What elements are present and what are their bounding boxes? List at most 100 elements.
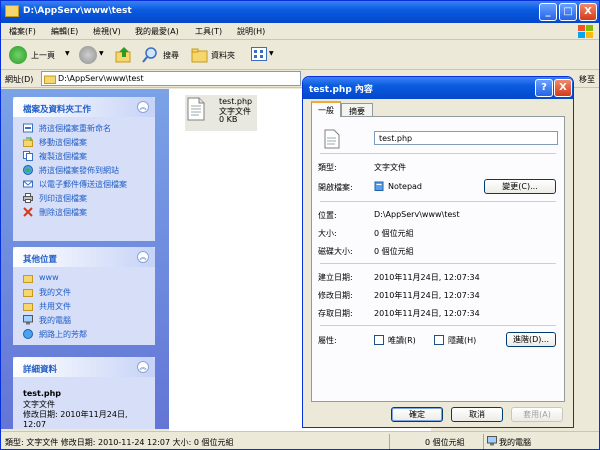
go-button[interactable]: 移至 [579, 74, 595, 85]
folders-button[interactable]: 資料夾 [211, 50, 235, 61]
explorer-window: D:\AppServ\www\test _ □ X 檔案(F) 編輯(E) 檢視… [0, 0, 600, 450]
search-icon[interactable] [141, 46, 159, 64]
menu-bar: 檔案(F) 編輯(E) 檢視(V) 我的最愛(A) 工具(T) 說明(H) [1, 23, 599, 40]
size-value: 0 個位元組 [374, 229, 414, 238]
chevron-up-icon[interactable]: ︽ [137, 251, 149, 263]
opens-with-label: 開啟檔案: [318, 183, 353, 192]
documents-folder-icon [23, 289, 33, 297]
file-item-name: test.php [219, 97, 253, 106]
file-item-size: 0 KB [219, 115, 238, 124]
type-value: 文字文件 [374, 163, 406, 172]
status-divider [483, 434, 484, 449]
readonly-label[interactable]: 唯讀(R) [388, 335, 416, 346]
globe-icon [23, 165, 33, 175]
general-tab-page: test.php 類型: 文字文件 開啟檔案: Notepad 變更(C)...… [311, 116, 565, 402]
cancel-button[interactable]: 取消 [451, 407, 503, 422]
menu-tools[interactable]: 工具(T) [195, 26, 222, 37]
views-dropdown-icon[interactable]: ▼ [269, 50, 274, 57]
advanced-button[interactable]: 進階(D)... [506, 332, 556, 347]
address-value: D:\AppServ\www\test [58, 74, 144, 83]
disk-size-label: 磁碟大小: [318, 247, 353, 256]
move-icon [23, 137, 33, 147]
menu-edit[interactable]: 編輯(E) [51, 26, 78, 37]
modified-label: 修改日期: [318, 291, 353, 300]
attributes-label: 屬性: [318, 336, 337, 345]
minimize-button[interactable]: _ [539, 3, 557, 21]
folder-icon [23, 275, 33, 283]
delete-x-icon [23, 207, 33, 217]
views-icon[interactable] [251, 47, 267, 61]
created-label: 建立日期: [318, 273, 353, 282]
tab-summary[interactable]: 摘要 [341, 103, 373, 117]
chevron-up-icon[interactable]: ︽ [137, 361, 149, 373]
chevron-up-icon[interactable]: ︽ [137, 101, 149, 113]
rename-icon [23, 123, 33, 133]
help-button[interactable]: ? [535, 79, 553, 97]
printer-icon [23, 193, 33, 203]
other-places-title[interactable]: 其他位置 [13, 247, 155, 267]
hidden-checkbox[interactable] [434, 335, 444, 345]
separator [320, 201, 556, 202]
up-folder-icon[interactable] [115, 46, 133, 64]
accessed-value: 2010年11月24日, 12:07:34 [374, 309, 480, 318]
details-panel: 詳細資料 ︽ test.php 文字文件 修改日期: 2010年11月24日, … [13, 357, 155, 429]
back-dropdown-icon[interactable]: ▼ [65, 50, 70, 57]
forward-dropdown-icon[interactable]: ▼ [99, 50, 104, 57]
folder-icon [44, 75, 56, 84]
computer-icon [23, 315, 33, 325]
apply-button[interactable]: 套用(A) [511, 407, 563, 422]
dialog-title-bar[interactable]: test.php 內容 ? X [303, 77, 573, 99]
location-label: 位置: [318, 211, 337, 220]
status-location: 我的電腦 [499, 438, 531, 447]
type-label: 類型: [318, 163, 337, 172]
forward-arrow-icon[interactable] [79, 46, 97, 64]
readonly-checkbox[interactable] [374, 335, 384, 345]
menu-favorites[interactable]: 我的最愛(A) [135, 26, 179, 37]
back-button[interactable]: 上一頁 [31, 50, 55, 61]
separator [320, 153, 556, 154]
details-type: 文字文件 [23, 400, 55, 409]
tab-general[interactable]: 一般 [311, 101, 341, 117]
details-name: test.php [23, 389, 62, 398]
address-label: 網址(D) [5, 75, 34, 84]
task-pane: 檔案及資料夾工作 ︽ 將這個檔案重新命名 移動這個檔案 複製這個檔案 將這個檔案… [1, 89, 169, 429]
status-text: 類型: 文字文件 修改日期: 2010-11-24 12:07 大小: 0 個位… [5, 438, 234, 447]
properties-dialog: test.php 內容 ? X 一般 摘要 test.php 類型: 文字文件 … [302, 76, 574, 428]
close-button[interactable]: X [579, 3, 597, 21]
email-icon [23, 180, 33, 188]
ok-button[interactable]: 確定 [391, 407, 443, 422]
separator [320, 263, 556, 264]
network-icon [23, 329, 33, 339]
search-button[interactable]: 搜尋 [163, 50, 179, 61]
hidden-label[interactable]: 隱藏(H) [448, 335, 476, 346]
menu-help[interactable]: 說明(H) [237, 26, 265, 37]
status-bar: 類型: 文字文件 修改日期: 2010-11-24 12:07 大小: 0 個位… [1, 431, 599, 449]
window-title: D:\AppServ\www\test [23, 6, 132, 16]
location-value: D:\AppServ\www\test [374, 210, 460, 219]
details-title[interactable]: 詳細資料 [13, 357, 155, 377]
file-item-test-php[interactable]: test.php 文字文件 0 KB [185, 95, 257, 131]
dialog-title: test.php 內容 [309, 85, 373, 95]
file-tasks-panel: 檔案及資料夾工作 ︽ 將這個檔案重新命名 移動這個檔案 複製這個檔案 將這個檔案… [13, 97, 155, 241]
maximize-button[interactable]: □ [559, 3, 577, 21]
folder-icon [5, 5, 19, 17]
change-button[interactable]: 變更(C)... [484, 179, 556, 194]
size-label: 大小: [318, 229, 337, 238]
folders-icon[interactable] [191, 46, 209, 64]
menu-file[interactable]: 檔案(F) [9, 26, 36, 37]
text-file-icon [187, 97, 205, 121]
filename-input[interactable]: test.php [374, 131, 558, 145]
menu-view[interactable]: 檢視(V) [93, 26, 121, 37]
back-arrow-icon[interactable] [9, 46, 27, 64]
computer-icon [487, 436, 497, 446]
separator [320, 325, 556, 326]
toolbar: 上一頁 ▼ ▼ 搜尋 資料夾 ▼ [1, 40, 599, 70]
dialog-close-button[interactable]: X [554, 79, 572, 97]
address-input[interactable]: D:\AppServ\www\test [41, 71, 301, 86]
text-file-icon [324, 129, 340, 149]
title-bar[interactable]: D:\AppServ\www\test _ □ X [1, 1, 599, 23]
modified-value: 2010年11月24日, 12:07:34 [374, 291, 480, 300]
file-tasks-title[interactable]: 檔案及資料夾工作 [13, 97, 155, 117]
windows-logo-icon [578, 25, 593, 38]
status-divider [389, 434, 390, 449]
